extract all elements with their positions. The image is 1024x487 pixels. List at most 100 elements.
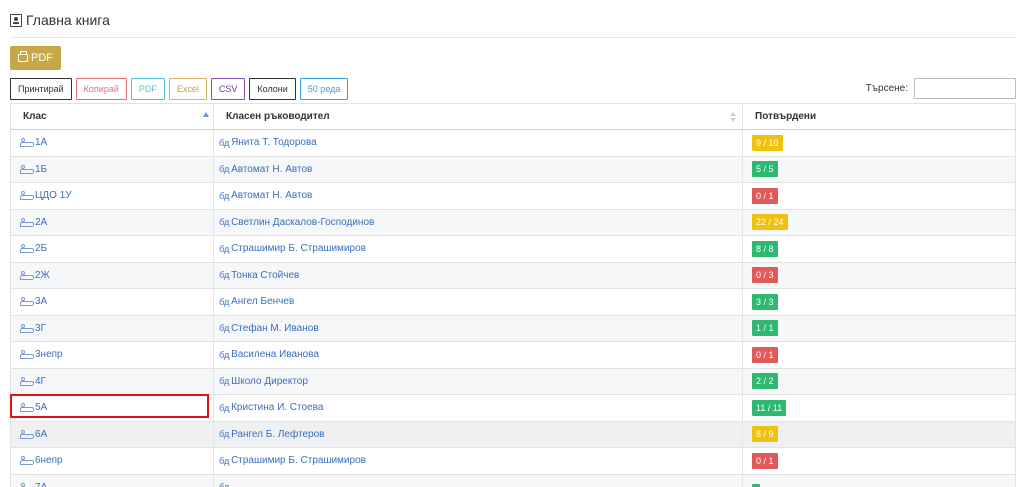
status-badge: 11 / 11 — [752, 399, 787, 416]
classroom-icon — [20, 403, 34, 413]
teacher-name: Тонка Стойчев — [231, 269, 300, 281]
confirmed-cell: 8 / 8 — [742, 236, 1016, 262]
class-cell[interactable]: 1Б — [10, 156, 213, 182]
class-cell[interactable]: 2А — [10, 209, 213, 235]
status-badge: 9 / 10 — [752, 134, 783, 151]
teacher-icon: бд — [219, 190, 230, 201]
pdf-button[interactable]: PDF — [130, 78, 165, 100]
teacher-cell[interactable]: бд Страшимир Б. Страшимиров — [213, 236, 742, 262]
class-name: 3Г — [35, 322, 46, 334]
teacher-cell[interactable]: бд Стефан М. Иванов — [213, 315, 742, 341]
teacher-cell[interactable]: бд — [213, 474, 742, 487]
table-row: 1А бд Янита Т. Тодорова 9 / 10 — [10, 130, 1016, 157]
teacher-icon: бд — [219, 482, 230, 487]
class-cell[interactable]: 3непр — [10, 342, 213, 368]
classroom-icon — [20, 350, 34, 360]
status-badge: 2 / 2 — [752, 373, 778, 390]
teacher-icon: бд — [219, 349, 230, 360]
search-input[interactable] — [914, 78, 1016, 99]
teacher-icon: бд — [219, 376, 230, 387]
teacher-name: Светлин Даскалов-Господинов — [231, 216, 375, 228]
teacher-name: Страшимир Б. Страшимиров — [231, 455, 366, 467]
classroom-icon — [20, 138, 34, 148]
teacher-cell[interactable]: бд Светлин Даскалов-Господинов — [213, 209, 742, 235]
teacher-icon: бд — [219, 402, 230, 413]
confirmed-cell: 0 / 1 — [742, 448, 1016, 474]
table-row: 3А бд Ангел Бенчев 3 / 3 — [10, 289, 1016, 316]
class-name: 1А — [35, 137, 48, 149]
teacher-icon: бд — [219, 296, 230, 307]
class-name: 5А — [35, 402, 48, 414]
confirmed-cell: 0 / 3 — [742, 262, 1016, 288]
pdf-export-button[interactable]: PDF — [10, 46, 61, 70]
excel-button[interactable]: Excel — [168, 78, 207, 100]
confirmed-cell: 22 / 24 — [742, 209, 1016, 235]
class-cell[interactable]: ЦДО 1У — [10, 183, 213, 209]
table-row: 2Б бд Страшимир Б. Страшимиров 8 / 8 — [10, 236, 1016, 263]
header-teacher[interactable]: Класен ръководител — [213, 104, 742, 129]
confirmed-cell: 8 / 9 — [742, 421, 1016, 447]
teacher-cell[interactable]: бд Тонка Стойчев — [213, 262, 742, 288]
header-class[interactable]: Клас — [10, 104, 213, 129]
contact-book-icon — [10, 13, 22, 27]
print-button[interactable]: Принтирай — [10, 78, 72, 100]
class-cell[interactable]: 6А — [10, 421, 213, 447]
teacher-cell[interactable]: бд Рангел Б. Лефтеров — [213, 421, 742, 447]
teacher-cell[interactable]: бд Василена Иванова — [213, 342, 742, 368]
class-cell[interactable]: 7А — [10, 474, 213, 487]
teacher-name: Автомат Н. Автов — [231, 190, 313, 202]
class-cell[interactable]: 3А — [10, 289, 213, 315]
teacher-icon: бд — [219, 243, 230, 254]
copy-button[interactable]: Копирай — [75, 78, 127, 100]
teacher-name: Янита Т. Тодорова — [231, 137, 317, 149]
classroom-icon — [20, 482, 34, 487]
status-badge: 0 / 1 — [752, 452, 778, 469]
table-row: 1Б бд Автомат Н. Автов 5 / 5 — [10, 156, 1016, 183]
columns-button[interactable]: Колони — [249, 78, 296, 100]
teacher-cell[interactable]: бд Автомат Н. Автов — [213, 156, 742, 182]
confirmed-cell: 0 / 1 — [742, 342, 1016, 368]
teacher-name: Стефан М. Иванов — [231, 322, 319, 334]
table-header: Клас Класен ръководител Потвърдени — [10, 103, 1016, 130]
table-row: 7А бд — [10, 474, 1016, 487]
table-toolbar: Принтирай Копирай PDF Excel CSV Колони 5… — [10, 78, 349, 100]
teacher-cell[interactable]: бд Страшимир Б. Страшимиров — [213, 448, 742, 474]
printer-icon — [18, 51, 28, 62]
teacher-cell[interactable]: бд Школо Директор — [213, 368, 742, 394]
teacher-icon: бд — [219, 164, 230, 175]
class-cell[interactable]: 6непр — [10, 448, 213, 474]
teacher-icon: бд — [219, 455, 230, 466]
teacher-cell[interactable]: бд Кристина И. Стоева — [213, 395, 742, 421]
class-name: 4Г — [35, 375, 46, 387]
teacher-cell[interactable]: бд Ангел Бенчев — [213, 289, 742, 315]
pdf-export-label: PDF — [31, 52, 53, 64]
search-label: Търсене: — [865, 83, 908, 94]
page-length-button[interactable]: 50 реда — [299, 78, 349, 100]
teacher-name: Василена Иванова — [231, 349, 319, 361]
teacher-cell[interactable]: бд Янита Т. Тодорова — [213, 130, 742, 156]
classroom-icon — [20, 323, 34, 333]
teacher-cell[interactable]: бд Автомат Н. Автов — [213, 183, 742, 209]
status-badge: 3 / 3 — [752, 293, 778, 310]
class-name: 7А — [35, 482, 47, 487]
classroom-icon — [20, 217, 34, 227]
class-name: 1Б — [35, 163, 48, 175]
confirmed-cell: 1 / 1 — [742, 315, 1016, 341]
classroom-icon — [20, 456, 34, 466]
class-cell[interactable]: 1А — [10, 130, 213, 156]
class-cell[interactable]: 4Г — [10, 368, 213, 394]
class-cell[interactable]: 2Ж — [10, 262, 213, 288]
table-row: 6А бд Рангел Б. Лефтеров 8 / 9 — [10, 421, 1016, 448]
teacher-icon: бд — [219, 323, 230, 334]
class-name: ЦДО 1У — [35, 190, 72, 202]
header-confirmed[interactable]: Потвърдени — [742, 104, 1016, 129]
class-cell[interactable]: 2Б — [10, 236, 213, 262]
csv-button[interactable]: CSV — [210, 78, 246, 100]
status-badge: 0 / 1 — [752, 346, 778, 363]
class-cell[interactable]: 5А — [10, 394, 213, 421]
table-row: 6непр бд Страшимир Б. Страшимиров 0 / 1 — [10, 448, 1016, 475]
confirmed-cell: 11 / 11 — [742, 395, 1016, 421]
class-cell[interactable]: 3Г — [10, 315, 213, 341]
classroom-icon — [20, 191, 34, 201]
status-badge: 8 / 9 — [752, 426, 778, 443]
